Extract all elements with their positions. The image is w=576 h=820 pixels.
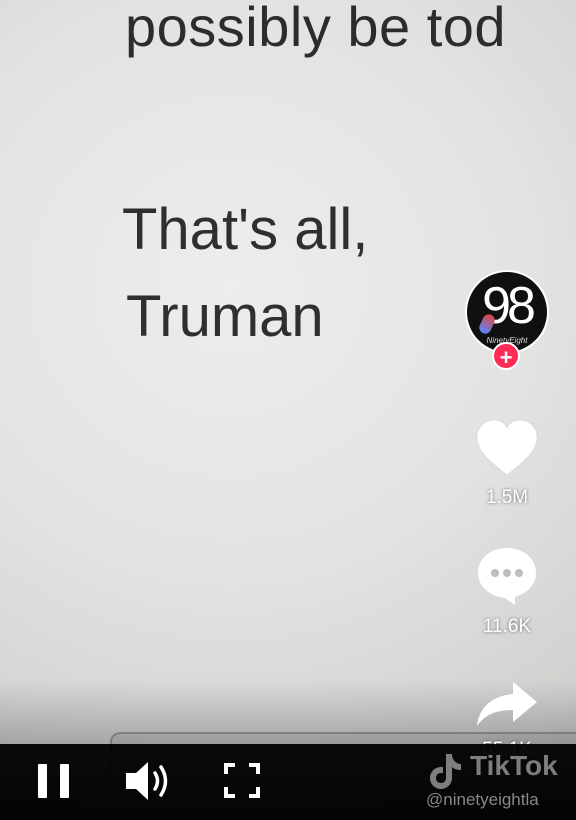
- comment-action[interactable]: 11.6K: [462, 545, 552, 638]
- like-count: 1.5M: [485, 487, 529, 508]
- video-text-line-2: That's all,: [122, 197, 369, 262]
- heart-icon: [476, 419, 538, 476]
- comment-icon: [478, 548, 536, 605]
- follow-button[interactable]: +: [492, 342, 520, 370]
- pause-button[interactable]: [30, 754, 80, 808]
- video-text-line-1: possibly be tod: [125, 0, 507, 58]
- comment-count: 11.6K: [482, 616, 532, 637]
- share-icon: [477, 682, 537, 726]
- creator-avatar-group: 98 NinetyEight +: [345, 270, 565, 380]
- tiktok-logo-icon: [430, 754, 461, 789]
- video-text-line-3: Truman: [126, 284, 324, 349]
- creator-handle: @ninetyeightla: [426, 790, 539, 809]
- fullscreen-icon: [224, 763, 260, 798]
- fullscreen-button[interactable]: [218, 754, 266, 808]
- tiktok-watermark: TikTok: [470, 750, 558, 781]
- volume-icon: [126, 762, 168, 800]
- volume-button[interactable]: [120, 754, 180, 808]
- like-action[interactable]: 1.5M: [462, 418, 552, 509]
